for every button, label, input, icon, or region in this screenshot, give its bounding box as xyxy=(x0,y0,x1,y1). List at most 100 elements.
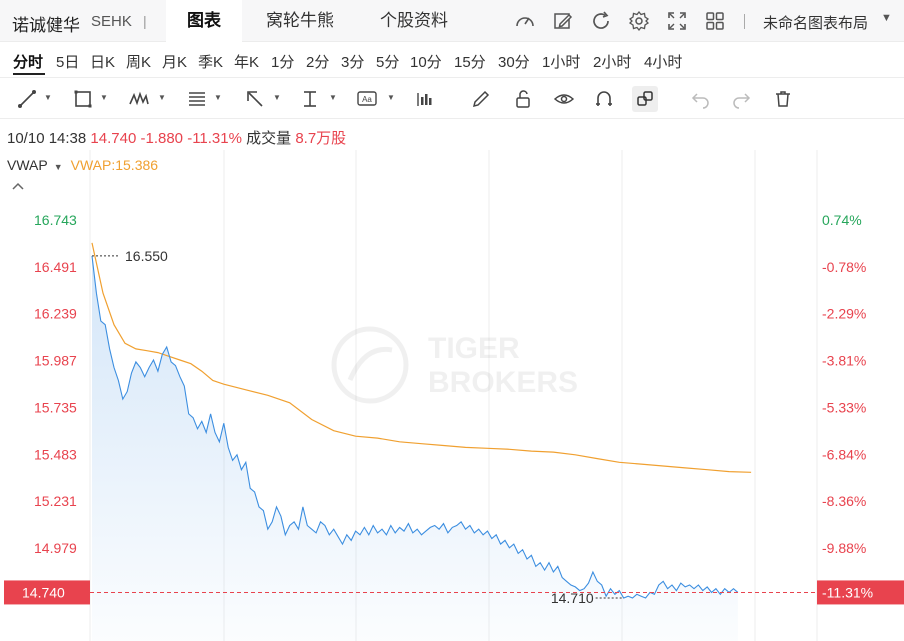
eye-icon[interactable] xyxy=(553,88,575,110)
market-code: SEHK xyxy=(91,13,132,30)
wave-pattern-icon[interactable] xyxy=(128,88,150,110)
price-area xyxy=(92,255,738,641)
chevron-down-icon[interactable]: ▼ xyxy=(54,162,63,172)
high-marker-label: 16.550 xyxy=(125,248,168,264)
volume-value: 8.7万股 xyxy=(295,130,347,147)
quote-price: 14.740 xyxy=(90,130,137,147)
volume-label: 成交量 xyxy=(246,130,292,147)
right-tick-label: -8.36% xyxy=(822,493,866,509)
period-monthly[interactable]: 月K xyxy=(162,51,187,72)
chevron-down-icon[interactable]: ▼ xyxy=(44,93,52,102)
period-1h[interactable]: 1小时 xyxy=(542,51,580,72)
header-separator: | xyxy=(143,13,147,29)
chevron-down-icon[interactable]: ▼ xyxy=(214,93,222,102)
stock-name: 诺诚健华 xyxy=(12,16,80,35)
right-percent-axis: 0.74% -0.78% -2.29% -3.81% -5.33% -6.84% -8.36… xyxy=(822,212,866,556)
redo-icon[interactable] xyxy=(730,88,752,110)
period-intraday[interactable]: 分时 xyxy=(13,51,43,72)
left-tick-label: 16.239 xyxy=(34,306,77,322)
right-tick-label: 0.74% xyxy=(822,212,862,228)
trend-line-icon[interactable] xyxy=(16,88,38,110)
intraday-chart[interactable]: TIGER BROKERS 16.743 16.491 16.239 15.987 15… xyxy=(0,150,904,641)
active-period-indicator xyxy=(13,73,45,75)
left-tick-label: 15.231 xyxy=(34,493,77,509)
watermark-line-2: BROKERS xyxy=(428,366,578,399)
quote-change: -1.880 xyxy=(140,130,184,147)
unlock-icon[interactable] xyxy=(512,88,534,110)
chevron-up-icon[interactable] xyxy=(11,181,25,191)
last-price-tag-value: 14.740 xyxy=(22,584,65,600)
right-tick-label: -5.33% xyxy=(822,399,866,415)
svg-text:Aa: Aa xyxy=(362,95,372,104)
chevron-down-icon[interactable]: ▼ xyxy=(387,93,395,102)
last-pct-tag-value: -11.31% xyxy=(822,584,873,600)
right-tick-label: -2.29% xyxy=(822,306,866,322)
period-4h[interactable]: 4小时 xyxy=(644,51,682,72)
last-price-tag-left: 14.740 xyxy=(4,580,90,605)
rectangle-icon[interactable] xyxy=(72,88,94,110)
left-tick-label: 16.743 xyxy=(34,212,77,228)
period-10m[interactable]: 10分 xyxy=(410,51,442,72)
undo-icon[interactable] xyxy=(690,88,712,110)
watermark: TIGER BROKERS xyxy=(331,326,578,404)
vwap-indicator[interactable]: VWAP ▼ VWAP:15.386 xyxy=(7,157,158,173)
left-tick-label: 16.491 xyxy=(34,259,77,275)
watermark-line-1: TIGER xyxy=(428,332,520,365)
period-quarterly[interactable]: 季K xyxy=(198,51,223,72)
period-weekly[interactable]: 周K xyxy=(126,51,151,72)
period-30m[interactable]: 30分 xyxy=(498,51,530,72)
layout-selector[interactable]: 未命名图表布局 xyxy=(763,12,868,33)
header-divider xyxy=(744,14,745,29)
chevron-down-icon[interactable]: ▼ xyxy=(100,93,108,102)
arrow-icon[interactable] xyxy=(244,88,266,110)
top-header: 诺诚健华 SEHK | 图表 窝轮牛熊 个股资料 未命名图表布局 ▼ xyxy=(0,0,904,42)
vwap-value: VWAP:15.386 xyxy=(70,157,159,173)
period-5m[interactable]: 5分 xyxy=(376,51,399,72)
vwap-name: VWAP xyxy=(7,157,48,173)
tab-chart[interactable]: 图表 xyxy=(166,0,242,42)
gear-icon[interactable] xyxy=(628,10,650,32)
period-daily[interactable]: 日K xyxy=(90,51,115,72)
refresh-icon[interactable] xyxy=(590,10,612,32)
chevron-down-icon[interactable]: ▼ xyxy=(329,93,337,102)
period-2h[interactable]: 2小时 xyxy=(593,51,631,72)
quote-datetime: 10/10 14:38 xyxy=(7,130,87,147)
period-yearly[interactable]: 年K xyxy=(234,51,259,72)
grid-layout-icon[interactable] xyxy=(704,10,726,32)
left-tick-label: 15.735 xyxy=(34,399,77,415)
quote-summary: 10/10 14:38 14.740 -1.880 -11.31% 成交量 8.… xyxy=(7,127,346,148)
measure-icon[interactable] xyxy=(299,88,321,110)
pencil-icon[interactable] xyxy=(470,88,492,110)
fullscreen-icon[interactable] xyxy=(666,10,688,32)
chevron-down-icon[interactable]: ▼ xyxy=(881,12,892,24)
left-tick-label: 15.987 xyxy=(34,353,77,369)
right-tick-label: -6.84% xyxy=(822,446,866,462)
chevron-down-icon[interactable]: ▼ xyxy=(273,93,281,102)
gauge-icon[interactable] xyxy=(514,10,536,32)
last-price-tag-right: -11.31% xyxy=(817,580,904,605)
bar-chart-icon[interactable] xyxy=(414,88,436,110)
link-tool-button[interactable] xyxy=(632,86,658,112)
chevron-down-icon[interactable]: ▼ xyxy=(158,93,166,102)
left-tick-label: 15.483 xyxy=(34,446,77,462)
period-bar: 分时 5日 日K 周K 月K 季K 年K 1分 2分 3分 5分 10分 15分… xyxy=(0,42,904,78)
magnet-icon[interactable] xyxy=(593,88,615,110)
low-marker-label: 14.710 xyxy=(551,590,594,606)
tab-stock-profile[interactable]: 个股资料 xyxy=(364,0,464,42)
right-tick-label: -3.81% xyxy=(822,353,866,369)
left-price-axis: 16.743 16.491 16.239 15.987 15.735 15.483 15.2… xyxy=(34,212,77,556)
period-5d[interactable]: 5日 xyxy=(56,51,79,72)
text-label-icon[interactable]: Aa xyxy=(356,88,378,110)
period-15m[interactable]: 15分 xyxy=(454,51,486,72)
pen-edit-icon[interactable] xyxy=(552,10,574,32)
drawing-toolbar: ▼ ▼ ▼ ▼ ▼ ▼ Aa ▼ xyxy=(0,79,904,119)
right-tick-label: -0.78% xyxy=(822,259,866,275)
fib-lines-icon[interactable] xyxy=(186,88,208,110)
tab-warrants[interactable]: 窝轮牛熊 xyxy=(248,0,352,42)
period-2m[interactable]: 2分 xyxy=(306,51,329,72)
left-tick-label: 14.979 xyxy=(34,540,77,556)
trash-icon[interactable] xyxy=(772,88,794,110)
period-1m[interactable]: 1分 xyxy=(271,51,294,72)
period-3m[interactable]: 3分 xyxy=(341,51,364,72)
right-tick-label: -9.88% xyxy=(822,540,866,556)
